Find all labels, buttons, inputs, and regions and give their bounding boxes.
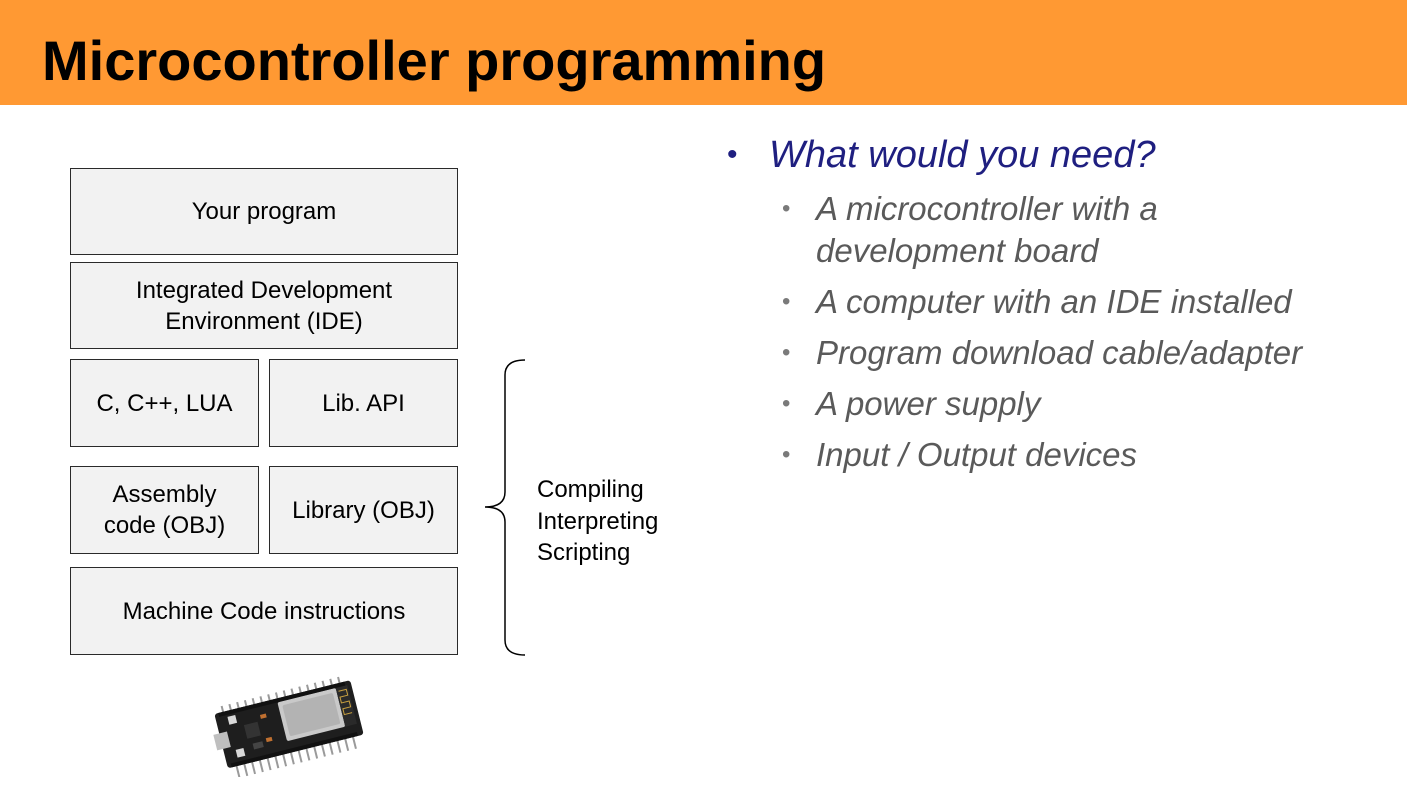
layer-lib-api: Lib. API <box>269 359 458 447</box>
bullet-dot-icon: • <box>782 441 791 468</box>
slide-title: Microcontroller programming <box>42 29 827 92</box>
bullet-dot-icon: • <box>782 390 791 417</box>
bullet-dot-icon: • <box>782 195 791 222</box>
brace-label-interpreting: Interpreting <box>537 507 659 535</box>
layer-ide: Integrated Development Environment (IDE) <box>70 262 458 349</box>
layer-assembly: Assembly code (OBJ) <box>70 466 259 554</box>
brace-label-scripting: Scripting <box>537 539 631 566</box>
layer-your-program: Your program <box>70 168 458 255</box>
bullet-item-text: A computer with an IDE installed <box>816 283 1292 320</box>
layer-languages: C, C++, LUA <box>70 359 259 447</box>
bullet-item-text: A power supply <box>816 385 1041 422</box>
layer-library-obj: Library (OBJ) <box>269 466 458 554</box>
layer-machine-code: Machine Code instructions <box>70 567 458 655</box>
bullet-dot-icon: • <box>727 138 738 171</box>
bullet-dot-icon: • <box>782 288 791 315</box>
bullet-heading-text: What would you need? <box>769 134 1156 176</box>
title-bar: Microcontroller programming <box>0 0 1407 105</box>
curly-brace-icon <box>484 359 526 656</box>
development-board-image <box>213 676 364 777</box>
bullet-item-text: A microcontroller with a development boa… <box>816 190 1158 269</box>
bullet-item-text: Program download cable/adapter <box>816 334 1303 371</box>
bullet-item-text: Input / Output devices <box>816 436 1138 473</box>
brace-label-compiling: Compiling <box>537 476 644 503</box>
brace-label: Compiling Interpreting Scripting <box>537 474 658 569</box>
bullet-dot-icon: • <box>782 339 791 366</box>
